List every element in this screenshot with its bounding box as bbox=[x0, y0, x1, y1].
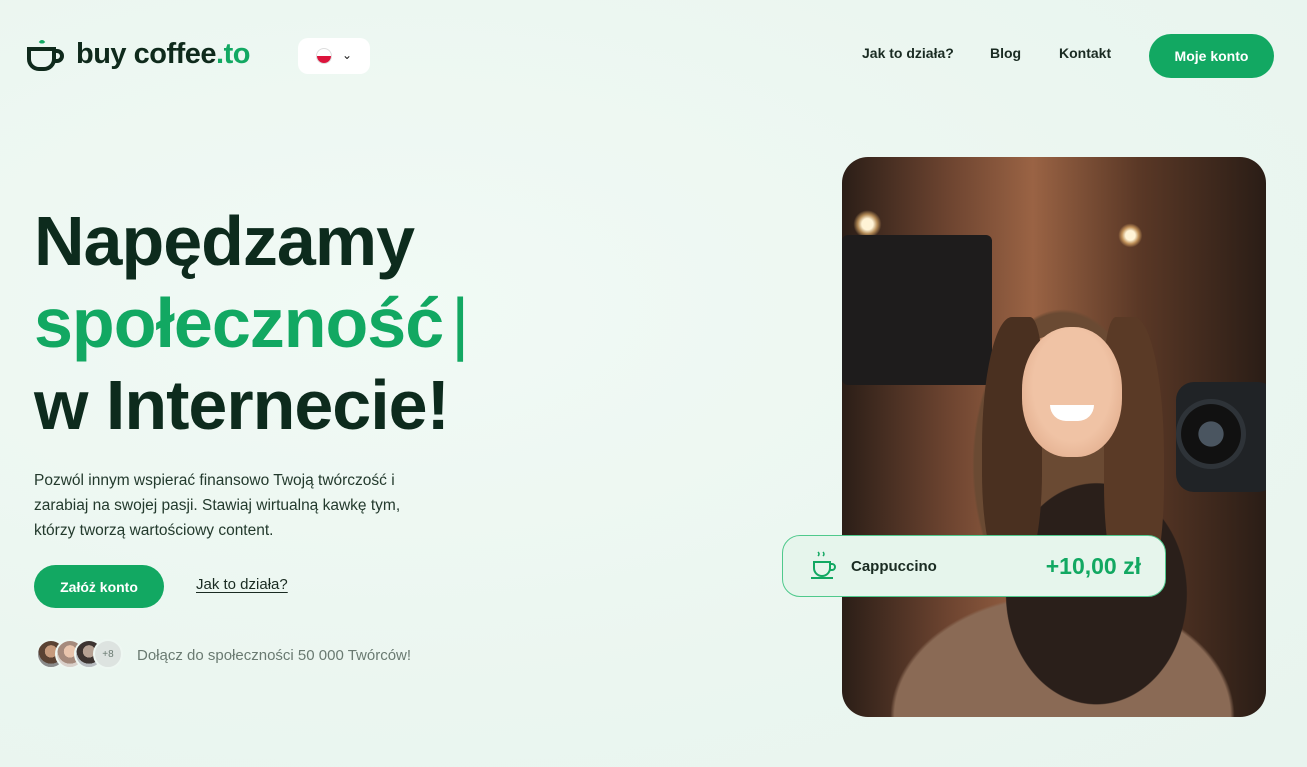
language-selector[interactable]: ⌄ bbox=[298, 38, 370, 74]
page: buy coffee.to ⌄ Jak to działa? Blog Kont… bbox=[0, 0, 1307, 767]
creator-avatars: +8 bbox=[36, 639, 123, 669]
hero-headline: Napędzamy społeczność | w Internecie! bbox=[34, 200, 469, 446]
hero-photo bbox=[842, 157, 1266, 717]
nav-link-blog[interactable]: Blog bbox=[990, 45, 1021, 61]
my-account-button[interactable]: Moje konto bbox=[1149, 34, 1274, 78]
nav-link-how-it-works[interactable]: Jak to działa? bbox=[862, 45, 954, 61]
camera-lens bbox=[1176, 399, 1246, 469]
tip-notification-card: Cappuccino +10,00 zł bbox=[782, 535, 1166, 597]
coffee-cup-logo-icon bbox=[27, 39, 64, 71]
tip-item-name: Cappuccino bbox=[851, 557, 937, 575]
headline-line-3: w Internecie! bbox=[34, 366, 450, 444]
logo[interactable]: buy coffee.to bbox=[26, 38, 250, 71]
join-community-text: Dołącz do społeczności 50 000 Twórców! bbox=[137, 647, 412, 664]
logo-text: buy coffee.to bbox=[76, 38, 250, 70]
hero-description: Pozwól innym wspierać finansowo Twoją tw… bbox=[34, 472, 401, 539]
create-account-button[interactable]: Załóż konto bbox=[34, 565, 164, 608]
coffee-cup-icon bbox=[811, 551, 836, 579]
tip-amount: +10,00 zł bbox=[1045, 552, 1141, 579]
avatar-more-count: +8 bbox=[93, 639, 123, 669]
softbox-light bbox=[842, 235, 992, 385]
typing-cursor: | bbox=[451, 284, 469, 362]
poland-flag-icon bbox=[315, 48, 332, 64]
how-it-works-link[interactable]: Jak to działa? bbox=[196, 576, 288, 593]
face bbox=[1022, 327, 1122, 457]
headline-line-1: Napędzamy bbox=[34, 202, 415, 280]
chevron-down-icon: ⌄ bbox=[341, 48, 353, 62]
nav-link-contact[interactable]: Kontakt bbox=[1059, 45, 1111, 61]
headline-line-2: społeczność bbox=[34, 284, 444, 362]
